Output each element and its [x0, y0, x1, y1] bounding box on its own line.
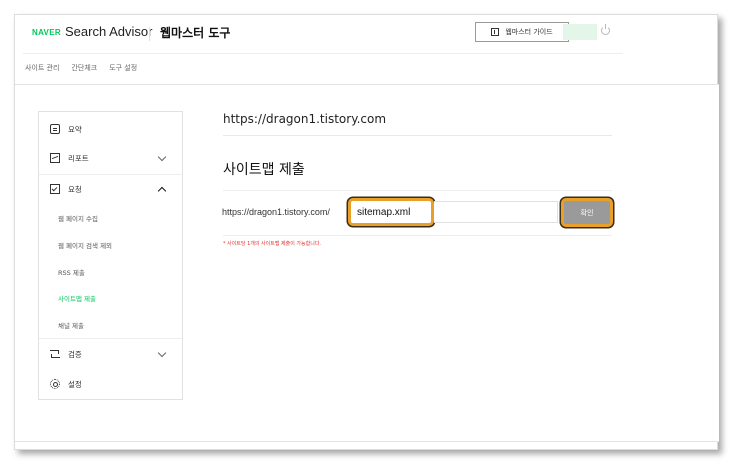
webmaster-tool-title: 웹마스터 도구	[160, 26, 231, 40]
main-divider	[223, 190, 612, 191]
sidebar-item-request[interactable]: 요청	[39, 176, 182, 202]
chevron-down-icon	[157, 152, 167, 161]
sidebar-subitem-web-page-exclude[interactable]: 웹 페이지 검색 제외	[39, 233, 182, 257]
tab-quick-check[interactable]: 간단체크	[71, 63, 97, 77]
book-icon	[491, 28, 500, 36]
search-advisor-title[interactable]: Search Advisor	[65, 24, 152, 39]
report-icon	[50, 153, 60, 163]
user-account-badge[interactable]	[563, 24, 597, 40]
sidebar-subitem-web-page-collect[interactable]: 웹 페이지 수집	[39, 206, 182, 230]
page-title: 사이트맵 제출	[223, 162, 305, 178]
sidebar-item-label: 리포트	[68, 153, 89, 163]
sidebar-item-label: 검증	[68, 349, 82, 359]
request-check-icon	[50, 184, 60, 194]
tab-tool-settings[interactable]: 도구 설정	[109, 63, 137, 77]
summary-icon	[50, 124, 60, 134]
header-divider	[149, 27, 150, 41]
sidebar-subitem-label: 웹 페이지 수집	[58, 215, 99, 223]
logout-power-icon[interactable]	[601, 24, 610, 35]
confirm-button[interactable]: 확인	[561, 198, 613, 227]
sidebar-item-summary[interactable]: 요약	[39, 116, 182, 142]
sidebar-subitem-label-active: 사이트맵 제출	[58, 295, 96, 303]
sidebar-item-label: 설정	[68, 379, 82, 389]
sidebar-subitem-sitemap-submit[interactable]: 사이트맵 제출	[39, 286, 182, 310]
gear-icon	[50, 379, 60, 389]
sidebar-subitem-label: 웹 페이지 검색 제외	[58, 242, 113, 250]
naver-logo[interactable]: NAVER	[32, 28, 61, 37]
sidebar-subitem-label: 채널 제출	[58, 322, 84, 330]
sidebar-item-label: 요약	[68, 124, 82, 134]
verify-arrows-icon	[50, 349, 60, 359]
sitemap-limit-note: * 사이트당 1개의 사이트맵 제출이 가능합니다.	[223, 241, 322, 247]
header-divider-line	[23, 53, 623, 54]
webmaster-guide-button[interactable]: 웹마스터 가이드	[475, 22, 569, 42]
sidebar-divider	[39, 338, 182, 339]
chevron-up-icon	[157, 186, 167, 195]
sidebar-subitem-rss-submit[interactable]: RSS 제출	[39, 260, 182, 284]
sitemap-url-prefix: https://dragon1.tistory.com/	[222, 207, 330, 217]
tab-site-management[interactable]: 사이트 관리	[25, 63, 59, 77]
sidebar-divider	[39, 174, 182, 175]
sidebar-item-settings[interactable]: 설정	[39, 371, 182, 397]
webmaster-guide-label: 웹마스터 가이드	[505, 28, 553, 36]
sidebar-subitem-label: RSS 제출	[58, 269, 85, 277]
site-url-heading: https://dragon1.tistory.com	[223, 112, 387, 126]
chevron-down-icon	[157, 348, 167, 357]
sidebar-item-label: 요청	[68, 184, 82, 194]
browser-window: NAVER Search Advisor 웹마스터 도구 웹마스터 가이드 사이…	[14, 14, 719, 450]
top-header: NAVER Search Advisor 웹마스터 도구 웹마스터 가이드	[15, 15, 719, 55]
sidebar-item-report[interactable]: 리포트	[39, 145, 182, 171]
main-divider	[223, 235, 612, 236]
content-bottom-line	[15, 441, 719, 442]
sitemap-path-input[interactable]	[348, 198, 434, 226]
sidebar-menu: 요약 리포트 요청 웹 페이지 수집 웹 페이지 검색 제외 RSS 제출 사이…	[38, 111, 183, 400]
sidebar-subitem-channel-submit[interactable]: 채널 제출	[39, 313, 182, 337]
main-divider	[223, 135, 612, 136]
sidebar-item-verify[interactable]: 검증	[39, 341, 182, 367]
sitemap-input-extension[interactable]	[434, 201, 558, 223]
top-tabs: 사이트 관리 간단체크 도구 설정	[25, 63, 137, 77]
